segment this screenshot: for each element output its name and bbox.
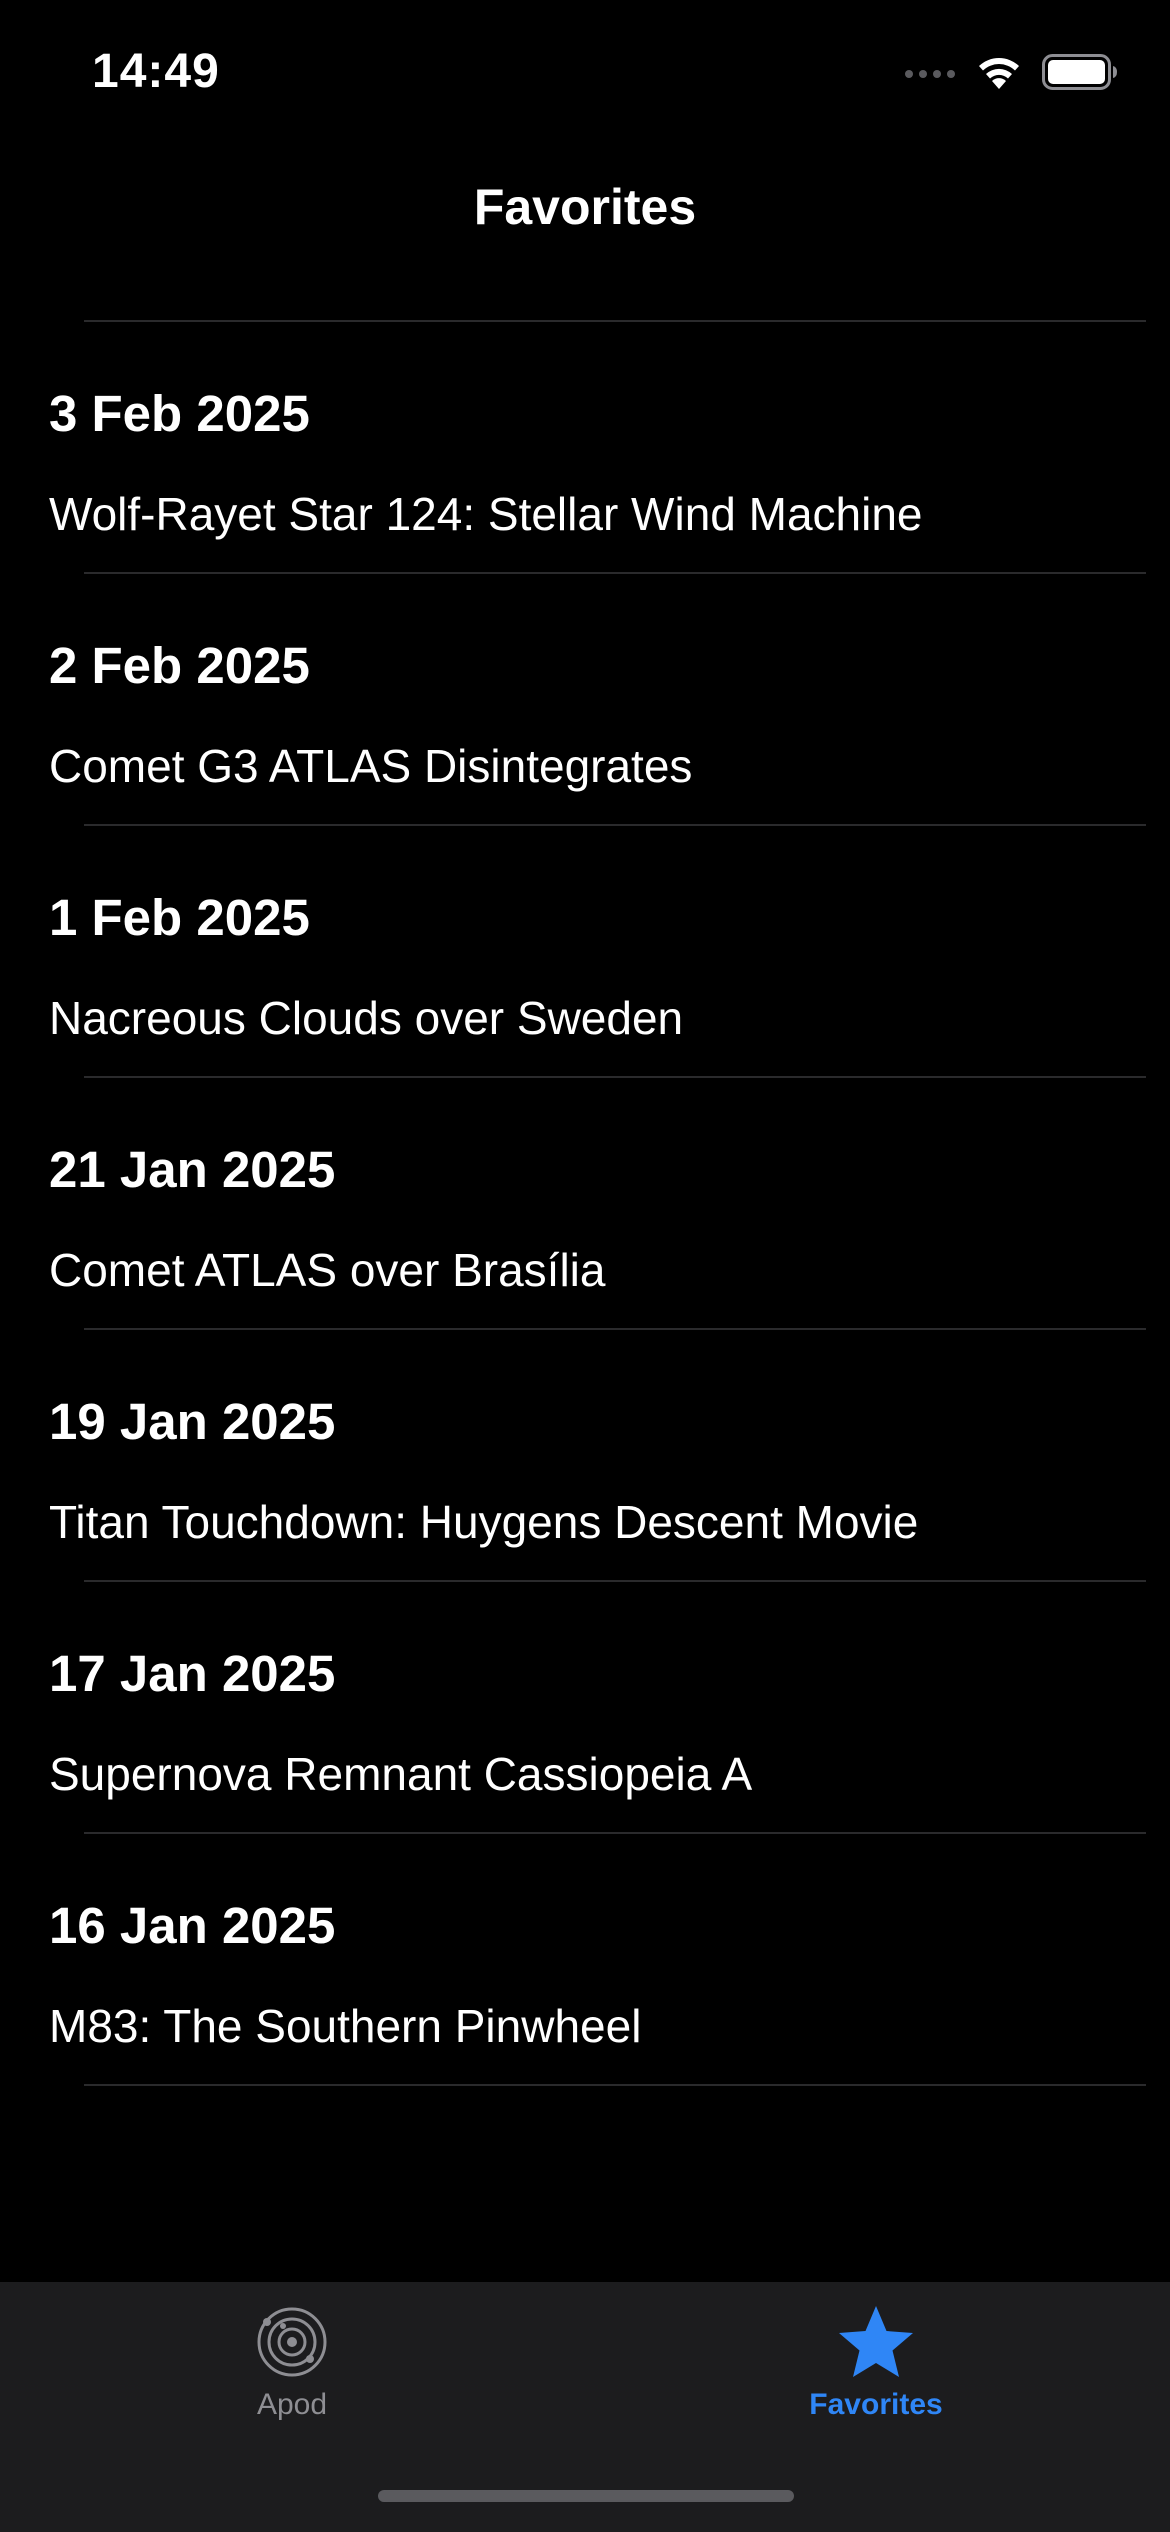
list-item[interactable]: 19 Jan 2025 Titan Touchdown: Huygens Des… xyxy=(0,1330,1170,1582)
item-date: 2 Feb 2025 xyxy=(49,637,310,694)
status-bar: 14:49 xyxy=(0,0,1170,140)
list-item[interactable]: 17 Jan 2025 Supernova Remnant Cassiopeia… xyxy=(0,1582,1170,1834)
status-icons xyxy=(904,52,1118,96)
item-title: Nacreous Clouds over Sweden xyxy=(49,992,684,1044)
home-indicator[interactable] xyxy=(378,2490,794,2502)
favorites-list: 3 Feb 2025 Wolf-Rayet Star 124: Stellar … xyxy=(0,322,1170,2086)
item-date: 3 Feb 2025 xyxy=(49,385,310,442)
item-title: Comet ATLAS over Brasília xyxy=(49,1244,606,1296)
item-date: 16 Jan 2025 xyxy=(49,1897,336,1954)
list-item[interactable]: 21 Jan 2025 Comet ATLAS over Brasília xyxy=(0,1078,1170,1330)
tab-label: Apod xyxy=(256,2388,328,2421)
list-item[interactable]: 2 Feb 2025 Comet G3 ATLAS Disintegrates xyxy=(0,574,1170,826)
page-title: Favorites xyxy=(473,179,697,235)
list-item[interactable]: 16 Jan 2025 M83: The Southern Pinwheel xyxy=(0,1834,1170,2086)
wifi-icon xyxy=(974,53,1024,96)
divider xyxy=(84,2084,1146,2086)
item-title: Supernova Remnant Cassiopeia A xyxy=(49,1748,753,1800)
cellular-signal-icon xyxy=(904,64,956,85)
item-title: Comet G3 ATLAS Disintegrates xyxy=(49,740,693,792)
item-title: Wolf-Rayet Star 124: Stellar Wind Machin… xyxy=(49,488,923,540)
list-item[interactable]: 1 Feb 2025 Nacreous Clouds over Sweden xyxy=(0,826,1170,1078)
item-date: 21 Jan 2025 xyxy=(49,1141,336,1198)
battery-icon xyxy=(1042,53,1118,96)
list-item[interactable]: 3 Feb 2025 Wolf-Rayet Star 124: Stellar … xyxy=(0,322,1170,574)
star-icon xyxy=(836,2302,916,2382)
tab-apod[interactable]: Apod xyxy=(142,2302,442,2442)
item-title: Titan Touchdown: Huygens Descent Movie xyxy=(49,1496,919,1548)
orbit-icon xyxy=(252,2302,332,2382)
item-date: 1 Feb 2025 xyxy=(49,889,310,946)
tab-label: Favorites xyxy=(809,2388,943,2421)
item-date: 17 Jan 2025 xyxy=(49,1645,336,1702)
item-title: M83: The Southern Pinwheel xyxy=(49,2000,642,2052)
status-time: 14:49 xyxy=(92,45,220,98)
item-date: 19 Jan 2025 xyxy=(49,1393,336,1450)
tab-favorites[interactable]: Favorites xyxy=(726,2302,1026,2442)
